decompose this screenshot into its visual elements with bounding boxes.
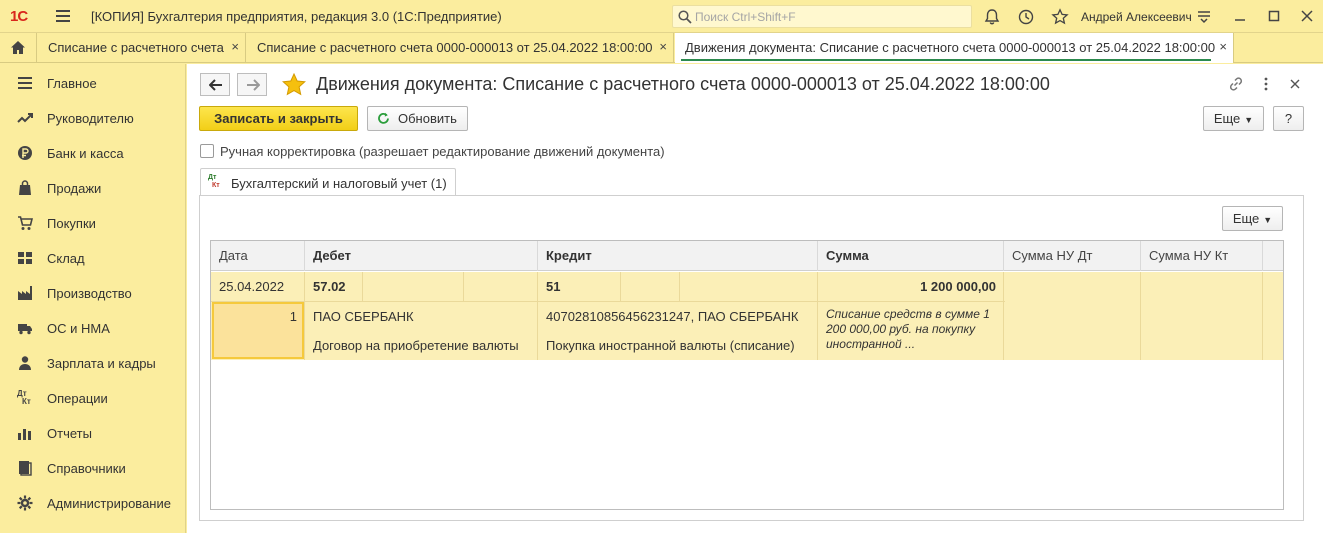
page-title: Движения документа: Списание с расчетног… — [316, 74, 1050, 94]
sidebar-item-director[interactable]: Руководителю — [0, 100, 186, 135]
sidebar-item-reports[interactable]: Отчеты — [0, 415, 186, 450]
accounting-panel: Еще ▼ Дата Дебет Кредит Сумма Сумма НУ Дт… — [199, 195, 1304, 521]
app-logo: 1С — [10, 8, 28, 25]
cart-icon — [18, 216, 33, 230]
tab-close-icon[interactable]: × — [659, 39, 667, 54]
column-tax-amount-dt[interactable]: Сумма НУ Дт — [1004, 241, 1141, 271]
column-date[interactable]: Дата — [211, 241, 305, 271]
tab-bar: Списание с расчетного счета × Списание с … — [0, 33, 1323, 63]
sidebar-item-bank[interactable]: Банк и касса — [0, 135, 186, 170]
warehouse-icon — [18, 252, 32, 264]
sidebar-item-operations[interactable]: Дт Кт Операции — [0, 380, 186, 415]
tab-close-icon[interactable]: × — [231, 39, 239, 54]
search-icon — [678, 10, 692, 24]
tab-writeoff-list[interactable]: Списание с расчетного счета × — [38, 33, 246, 62]
column-credit[interactable]: Кредит — [538, 241, 818, 271]
book-icon — [19, 461, 32, 476]
history-icon[interactable] — [1017, 8, 1035, 26]
user-name[interactable]: Андрей Алексеевич — [1081, 10, 1192, 24]
refresh-button[interactable]: Обновить — [367, 106, 468, 131]
maximize-icon[interactable] — [1266, 8, 1282, 24]
cell-debit-subconto-2: Договор на приобретение валюты — [313, 338, 519, 353]
title-bar: 1С [КОПИЯ] Бухгалтерия предприятия, реда… — [0, 0, 1323, 33]
ruble-icon — [18, 146, 32, 160]
sidebar-item-warehouse[interactable]: Склад — [0, 240, 186, 275]
arrow-left-icon — [209, 79, 222, 91]
dtkt-icon: Дт Кт — [208, 174, 220, 189]
settings-menu-icon[interactable] — [1196, 8, 1212, 24]
favorites-star-icon[interactable] — [1051, 8, 1069, 26]
truck-icon — [18, 324, 32, 335]
sections-sidebar: Главное Руководителю Банк и касса Продаж… — [0, 64, 186, 533]
search-box[interactable] — [672, 5, 972, 28]
cell-credit-subconto-2: Покупка иностранной валюты (списание) — [546, 338, 795, 353]
favorite-star-icon[interactable] — [282, 73, 306, 96]
column-debit[interactable]: Дебет — [305, 241, 538, 271]
column-amount[interactable]: Сумма — [818, 241, 1004, 271]
sidebar-item-purchases[interactable]: Покупки — [0, 205, 186, 240]
bell-icon[interactable] — [983, 8, 1001, 26]
column-tax-amount-kt[interactable]: Сумма НУ Кт — [1141, 241, 1263, 271]
manual-correction-label[interactable]: Ручная корректировка (разрешает редактир… — [220, 144, 665, 159]
sidebar-item-production[interactable]: Производство — [0, 275, 186, 310]
menu-icon — [18, 77, 32, 89]
sidebar-item-hr[interactable]: Зарплата и кадры — [0, 345, 186, 380]
grid-more-button[interactable]: Еще ▼ — [1222, 206, 1283, 231]
cell-amount: 1 200 000,00 — [920, 279, 996, 294]
caret-down-icon: ▼ — [1263, 215, 1273, 225]
tab-close-icon[interactable]: × — [1219, 39, 1227, 54]
arrow-right-icon — [247, 79, 260, 91]
entries-table[interactable]: Дата Дебет Кредит Сумма Сумма НУ Дт Сумм… — [210, 240, 1284, 510]
factory-icon — [18, 286, 32, 300]
gear-icon — [17, 495, 33, 511]
document-movements-form: Движения документа: Списание с расчетног… — [187, 64, 1323, 533]
tab-writeoff-document[interactable]: Списание с расчетного счета 0000-000013 … — [247, 33, 674, 62]
table-header: Дата Дебет Кредит Сумма Сумма НУ Дт Сумм… — [211, 241, 1283, 271]
cell-row-number: 1 — [289, 309, 297, 324]
home-tab[interactable] — [0, 33, 37, 62]
person-icon — [19, 356, 31, 370]
caret-down-icon: ▼ — [1244, 115, 1254, 125]
cell-content: Списание средств в сумме 1 200 000,00 ру… — [826, 307, 990, 351]
sidebar-item-catalogs[interactable]: Справочники — [0, 450, 186, 485]
more-actions-icon[interactable] — [1258, 76, 1274, 92]
sidebar-item-main[interactable]: Главное — [0, 65, 186, 100]
chart-icon — [18, 429, 31, 440]
search-input[interactable] — [695, 9, 965, 25]
more-button[interactable]: Еще ▼ — [1203, 106, 1264, 131]
save-and-close-button[interactable]: Записать и закрыть — [199, 106, 358, 131]
tab-accounting-tax[interactable]: Дт Кт Бухгалтерский и налоговый учет (1) — [200, 168, 456, 196]
sidebar-item-fixed-assets[interactable]: ОС и НМА — [0, 310, 186, 345]
cell-date: 25.04.2022 — [219, 279, 285, 294]
cell-debit-account: 57.02 — [313, 279, 346, 294]
close-form-icon[interactable] — [1287, 76, 1303, 92]
sidebar-item-sales[interactable]: Продажи — [0, 170, 186, 205]
minimize-icon[interactable] — [1232, 8, 1248, 24]
main-menu-icon[interactable] — [56, 10, 70, 22]
app-title: [КОПИЯ] Бухгалтерия предприятия, редакци… — [91, 9, 502, 24]
link-icon[interactable] — [1228, 76, 1244, 92]
back-button[interactable] — [200, 73, 230, 96]
close-window-icon[interactable] — [1299, 8, 1315, 24]
cell-credit-subconto-1: 40702810856456231247, ПАО СБЕРБАНК — [546, 309, 799, 324]
tab-document-movements[interactable]: Движения документа: Списание с расчетног… — [675, 33, 1234, 63]
home-icon — [11, 41, 25, 54]
cell-credit-account: 51 — [546, 279, 561, 294]
dtkt-icon: Дт Кт — [17, 389, 31, 406]
cell-debit-subconto-1: ПАО СБЕРБАНК — [313, 309, 414, 324]
sidebar-item-administration[interactable]: Администрирование — [0, 485, 186, 520]
help-button[interactable]: ? — [1273, 106, 1304, 131]
manual-correction-checkbox[interactable] — [200, 144, 214, 158]
trend-icon — [17, 113, 33, 123]
bag-icon — [19, 180, 31, 195]
forward-button[interactable] — [237, 73, 267, 96]
refresh-icon — [378, 112, 389, 124]
